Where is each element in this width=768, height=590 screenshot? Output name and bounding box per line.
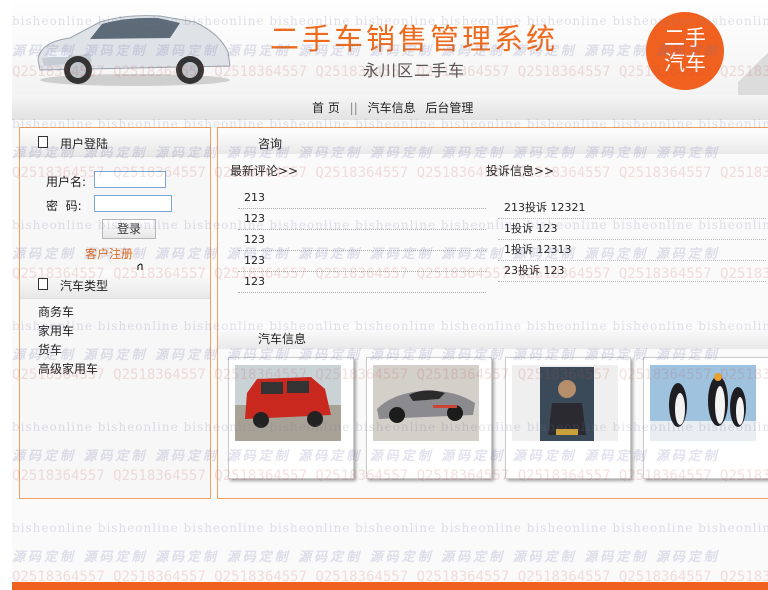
list-item[interactable]: 1投诉 12313 xyxy=(498,240,766,261)
login-button[interactable]: 登录 xyxy=(102,219,156,239)
complaints-title[interactable]: 投诉信息>> xyxy=(486,162,554,179)
list-item[interactable]: 123 xyxy=(238,272,486,293)
car-type-list: 商务车 家用车 货车 高级家用车 xyxy=(38,303,98,379)
car-thumbnail[interactable] xyxy=(643,357,768,479)
header: 二手车销售管理系统 永川区二手车 二手 汽车 xyxy=(12,0,768,95)
register-link[interactable]: 客户注册 xyxy=(85,245,133,262)
consult-title: 咨询 xyxy=(258,137,283,151)
username-label: 用户名: xyxy=(46,175,87,189)
login-title: 用户登陆 xyxy=(60,137,109,151)
watermark-row: bisheonline bisheonline bisheonline bish… xyxy=(12,521,768,535)
types-header: 汽车类型 xyxy=(20,270,210,299)
car-thumbnail[interactable] xyxy=(366,357,492,479)
main-content: 咨询 最新评论>> 投诉信息>> 213 123 123 123 123 213… xyxy=(217,127,768,499)
supercar-image xyxy=(373,365,479,441)
car-thumbnail[interactable] xyxy=(228,357,354,479)
comments-list: 213 123 123 123 123 xyxy=(238,188,486,293)
logo-line-1: 二手 xyxy=(664,26,706,50)
list-item[interactable]: 1投诉 123 xyxy=(498,219,766,240)
nav-car-info[interactable]: 汽车信息 xyxy=(368,101,416,115)
car-thumbnail[interactable] xyxy=(505,357,631,479)
car-type-item[interactable]: 家用车 xyxy=(38,322,98,341)
password-row: 密 码: xyxy=(46,195,172,214)
poster-image xyxy=(512,365,618,441)
document-icon xyxy=(38,278,48,290)
red-car-image xyxy=(235,365,341,441)
cars-header: 汽车信息 xyxy=(218,325,768,349)
username-input[interactable] xyxy=(94,171,166,188)
page-frame: 二手车销售管理系统 永川区二手车 二手 汽车 首 页 || 汽车信息 后台管理 用… xyxy=(12,0,768,590)
list-item[interactable]: 123 xyxy=(238,230,486,251)
cars-title: 汽车信息 xyxy=(258,332,307,346)
nav-home[interactable]: 首 页 xyxy=(312,101,340,115)
nav-separator: || xyxy=(349,101,358,115)
watermark-row: 源码定制 源码定制 源码定制 源码定制 源码定制 源码定制 源码定制 源码定制 … xyxy=(12,550,720,565)
types-title: 汽车类型 xyxy=(60,279,109,293)
header-car-image xyxy=(37,15,231,86)
car-type-item[interactable]: 商务车 xyxy=(38,303,98,322)
page-fold-decoration xyxy=(738,40,768,95)
password-input[interactable] xyxy=(94,195,172,212)
username-row: 用户名: xyxy=(46,171,166,190)
list-item[interactable]: 23投诉 123 xyxy=(498,261,766,282)
penguins-image xyxy=(650,365,756,441)
footer-bar xyxy=(12,582,768,590)
login-header: 用户登陆 xyxy=(20,128,210,157)
top-nav: 首 页 || 汽车信息 后台管理 xyxy=(12,95,768,120)
sidebar: 用户登陆 用户名: 密 码: 登录 客户注册 汽车类型 商务车 家用车 货车 高… xyxy=(19,127,211,499)
site-title: 二手车销售管理系统 xyxy=(270,22,559,56)
list-item[interactable]: 213投诉 12321 xyxy=(498,198,766,219)
consult-header: 咨询 xyxy=(218,130,768,154)
document-icon xyxy=(38,136,48,148)
logo-badge: 二手 汽车 xyxy=(646,12,724,90)
logo-line-2: 汽车 xyxy=(664,51,706,75)
password-label: 密 码: xyxy=(46,199,82,213)
list-item[interactable]: 123 xyxy=(238,209,486,230)
list-item[interactable]: 213 xyxy=(238,188,486,209)
list-item[interactable]: 123 xyxy=(238,251,486,272)
nav-admin[interactable]: 后台管理 xyxy=(425,101,473,115)
comments-title[interactable]: 最新评论>> xyxy=(230,162,298,179)
site-subtitle: 永川区二手车 xyxy=(363,61,466,80)
car-type-item[interactable]: 高级家用车 xyxy=(38,360,98,379)
car-type-item[interactable]: 货车 xyxy=(38,341,98,360)
complaints-list: 213投诉 12321 1投诉 123 1投诉 12313 23投诉 123 xyxy=(498,198,766,282)
